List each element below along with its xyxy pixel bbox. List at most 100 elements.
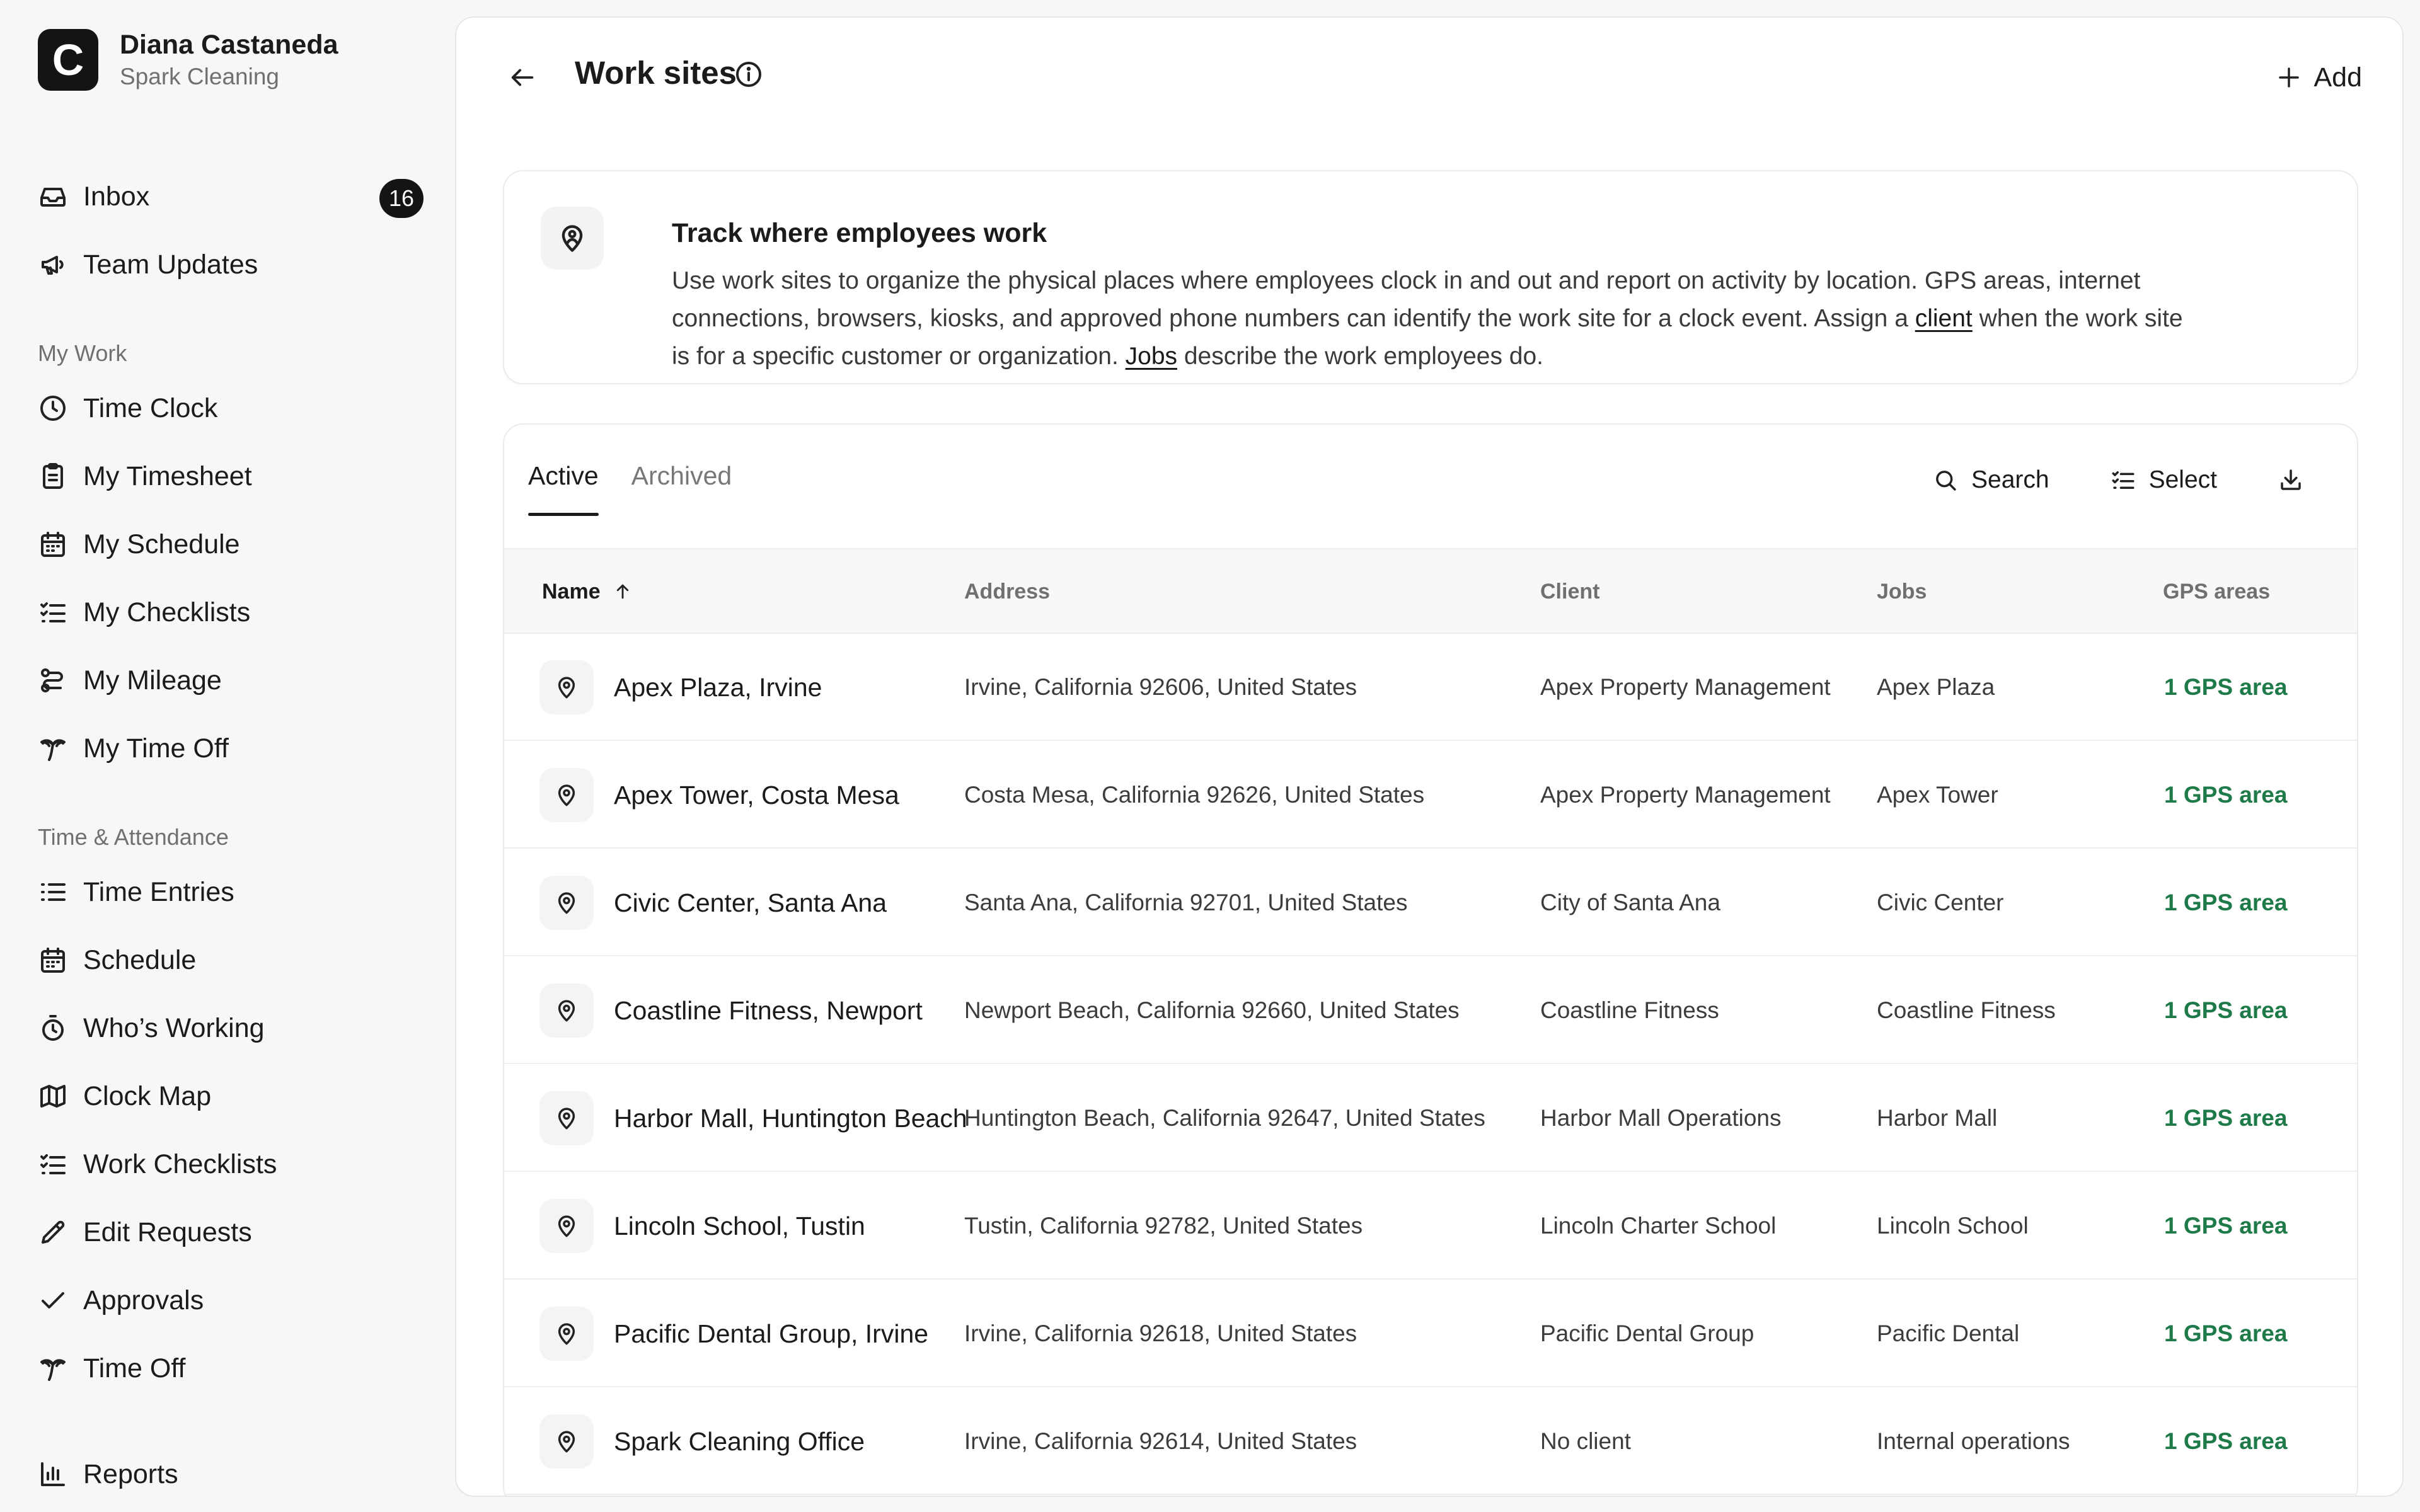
- section-heading-time-attendance: Time & Attendance: [38, 824, 229, 850]
- sidebar-item-my-schedule[interactable]: My Schedule: [38, 519, 424, 570]
- sidebar-item-work-checklists[interactable]: Work Checklists: [38, 1139, 424, 1189]
- cell-gps-areas-link[interactable]: 1 GPS area: [2164, 742, 2287, 849]
- search-button-label: Search: [1971, 466, 2049, 493]
- sidebar-item-clock-map[interactable]: Clock Map: [38, 1071, 424, 1121]
- sidebar-item-inbox[interactable]: Inbox 16: [38, 171, 424, 222]
- sidebar-item-schedule[interactable]: Schedule: [38, 935, 424, 985]
- sidebar-item-label: Time Off: [83, 1353, 186, 1383]
- select-button[interactable]: Select: [2110, 461, 2217, 499]
- sidebar-item-my-mileage[interactable]: My Mileage: [38, 655, 424, 706]
- palm-tree-icon: [40, 739, 66, 761]
- megaphone-icon: [42, 256, 64, 275]
- cell-gps-areas-link[interactable]: 1 GPS area: [2164, 1065, 2287, 1172]
- check-icon: [42, 1292, 64, 1309]
- table-toolbar: Search Select: [1872, 461, 2317, 499]
- sidebar-item-time-clock[interactable]: Time Clock: [38, 383, 424, 433]
- table-row[interactable]: Lincoln School, Tustin Tustin, Californi…: [504, 1172, 2357, 1280]
- cell-client: Apex Property Management: [1540, 782, 1831, 808]
- page-header: Work sites Add: [456, 18, 2402, 125]
- cell-name: Pacific Dental Group, Irvine: [614, 1319, 929, 1348]
- logo-letter: C: [52, 35, 84, 84]
- column-header-name[interactable]: Name: [542, 549, 633, 634]
- plus-icon: [2279, 67, 2300, 88]
- sidebar-item-label: Team Updates: [83, 249, 258, 280]
- table-row[interactable]: Pacific Dental Group, Irvine Irvine, Cal…: [504, 1280, 2357, 1387]
- cell-gps-areas-link[interactable]: 1 GPS area: [2164, 1280, 2287, 1387]
- account-switcher[interactable]: C Diana Castaneda Spark Cleaning: [38, 29, 338, 91]
- cell-gps-areas-link[interactable]: 1 GPS area: [2164, 1172, 2287, 1280]
- inbox-icon: [40, 188, 66, 207]
- checklist-icon: [40, 1154, 66, 1174]
- tab-archived[interactable]: Archived: [631, 461, 732, 516]
- calendar-icon: [41, 948, 65, 973]
- user-name: Diana Castaneda: [120, 30, 338, 60]
- download-icon: [2281, 469, 2301, 490]
- location-pin-icon: [539, 983, 594, 1038]
- sidebar-item-team-updates[interactable]: Team Updates: [38, 239, 424, 290]
- cell-gps-areas-link[interactable]: 1 GPS area: [2164, 957, 2287, 1064]
- table-row[interactable]: Spark Cleaning Office Irvine, California…: [504, 1388, 2357, 1495]
- info-card-icon-wrap: [541, 207, 604, 270]
- pencil-icon: [42, 1220, 65, 1244]
- company-name: Spark Cleaning: [120, 63, 279, 89]
- tab-active[interactable]: Active: [528, 461, 599, 516]
- cell-name: Lincoln School, Tustin: [614, 1211, 865, 1240]
- cell-gps-areas-link[interactable]: 1 GPS area: [2164, 849, 2287, 956]
- sidebar-item-edit-requests[interactable]: Edit Requests: [38, 1207, 424, 1257]
- cell-gps-areas-link[interactable]: 1 GPS area: [2164, 1388, 2287, 1495]
- cell-jobs: Apex Tower: [1877, 782, 1998, 808]
- cell-name: Apex Plaza, Irvine: [614, 672, 822, 702]
- sidebar-item-my-timesheet[interactable]: My Timesheet: [38, 451, 424, 501]
- info-icon[interactable]: [734, 59, 764, 89]
- search-button[interactable]: Search: [1932, 461, 2049, 499]
- palm-tree-icon: [40, 1359, 66, 1381]
- location-pin-icon: [539, 1091, 594, 1145]
- table-row[interactable]: Civic Center, Santa Ana Santa Ana, Calif…: [504, 849, 2357, 956]
- sidebar-item-label: Edit Requests: [83, 1217, 252, 1247]
- sidebar-item-label: Reports: [83, 1458, 178, 1489]
- calendar-icon: [41, 532, 65, 557]
- inbox-count-badge: 16: [379, 179, 424, 218]
- sidebar-item-my-checklists[interactable]: My Checklists: [38, 587, 424, 638]
- add-button-label: Add: [2313, 62, 2362, 93]
- client-link[interactable]: client: [1915, 305, 1973, 332]
- table-row[interactable]: Apex Tower, Costa Mesa Costa Mesa, Calif…: [504, 742, 2357, 849]
- table-row[interactable]: Harbor Mall, Huntington Beach Huntington…: [504, 1065, 2357, 1172]
- sidebar: C Diana Castaneda Spark Cleaning Inbox 1…: [0, 0, 454, 1512]
- sidebar-item-approvals[interactable]: Approvals: [38, 1275, 424, 1326]
- sidebar-item-label: My Mileage: [83, 665, 222, 696]
- column-header-gps-areas[interactable]: GPS areas: [2163, 549, 2270, 634]
- location-pin-icon: [539, 660, 594, 714]
- location-person-icon: [562, 225, 583, 252]
- sidebar-item-label: My Schedule: [83, 529, 240, 559]
- column-header-client[interactable]: Client: [1540, 549, 1599, 634]
- cell-gps-areas-link[interactable]: 1 GPS area: [2164, 634, 2287, 741]
- add-button[interactable]: Add: [2276, 55, 2362, 100]
- sidebar-item-reports[interactable]: Reports: [38, 1449, 424, 1499]
- cell-jobs: Civic Center: [1877, 890, 2004, 915]
- table-header: Name Address Client Jobs GPS areas: [504, 548, 2357, 634]
- back-button[interactable]: [500, 55, 544, 100]
- route-icon: [41, 668, 63, 692]
- sidebar-item-my-time-off[interactable]: My Time Off: [38, 723, 424, 774]
- cell-address: Tustin, California 92782, United States: [964, 1213, 1363, 1239]
- column-header-jobs[interactable]: Jobs: [1877, 549, 1927, 634]
- table-row[interactable]: Apex Plaza, Irvine Irvine, California 92…: [504, 634, 2357, 741]
- sidebar-item-label: Approvals: [83, 1285, 204, 1315]
- location-pin-icon: [539, 1307, 594, 1361]
- cell-jobs: Harbor Mall: [1877, 1105, 1998, 1131]
- cell-address: Santa Ana, California 92701, United Stat…: [964, 890, 1408, 915]
- info-card-body: Use work sites to organize the physical …: [672, 262, 2184, 375]
- jobs-link[interactable]: Jobs: [1126, 343, 1177, 370]
- list-icon: [41, 883, 66, 901]
- table-row[interactable]: Coastline Fitness, Newport Newport Beach…: [504, 957, 2357, 1064]
- sidebar-item-time-off[interactable]: Time Off: [38, 1343, 424, 1394]
- info-card-title: Track where employees work: [672, 218, 1047, 248]
- sidebar-item-label: Who’s Working: [83, 1012, 265, 1043]
- cell-jobs: Pacific Dental: [1877, 1320, 2020, 1346]
- location-pin-icon: [539, 1199, 594, 1253]
- sidebar-item-whos-working[interactable]: Who’s Working: [38, 1003, 424, 1053]
- download-button[interactable]: [2278, 461, 2317, 499]
- column-header-address[interactable]: Address: [964, 549, 1050, 634]
- sidebar-item-time-entries[interactable]: Time Entries: [38, 867, 424, 917]
